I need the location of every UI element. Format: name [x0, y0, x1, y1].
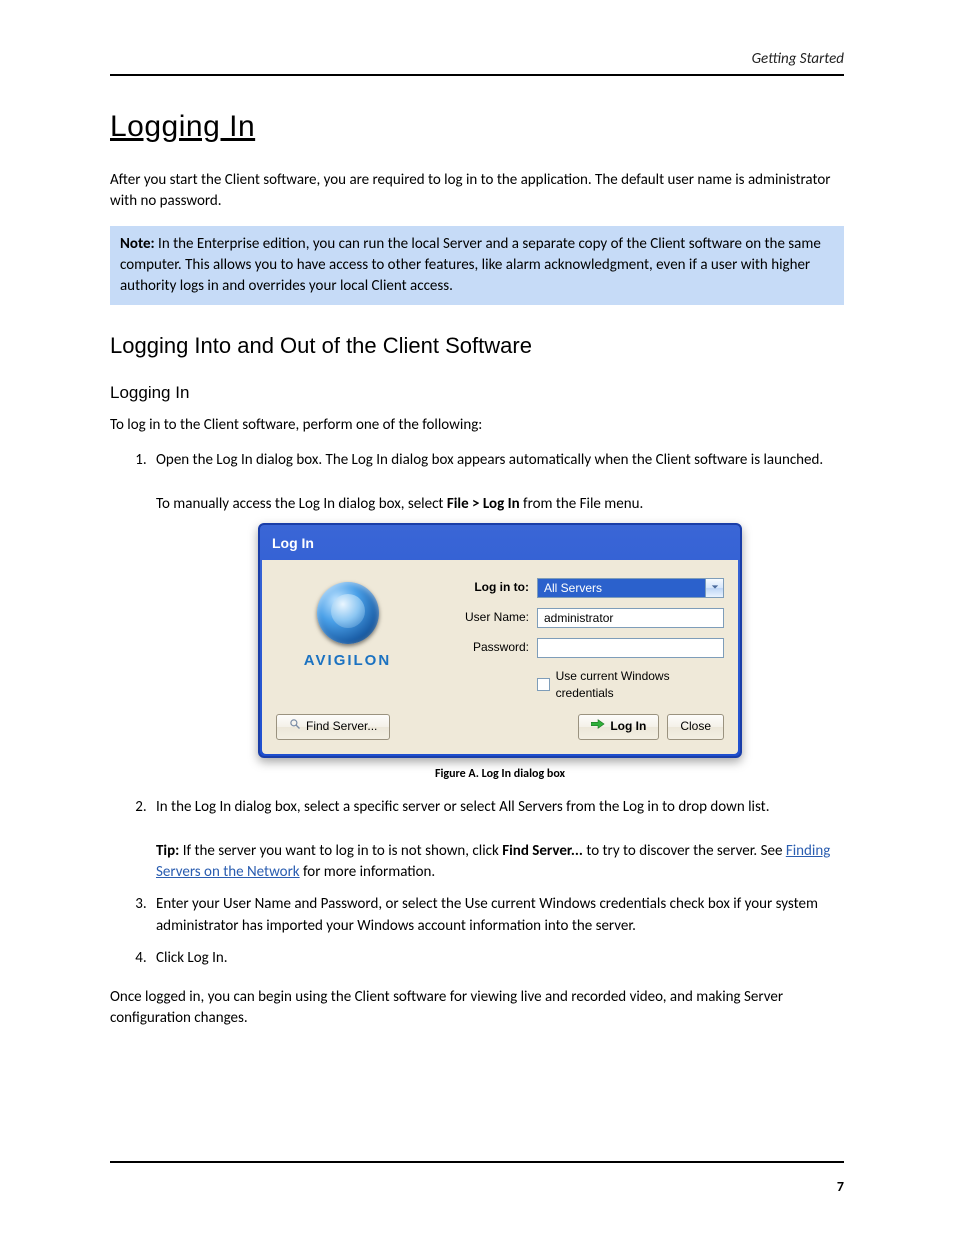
minor-heading-login: Logging In: [110, 383, 844, 403]
arrow-right-icon: [591, 718, 605, 735]
login-dialog: Log In AVIGILON Log in to:: [258, 523, 742, 757]
connect-paragraph: To log in to the Client software, perfor…: [110, 415, 844, 436]
find-server-button-label: Find Server...: [306, 718, 377, 735]
search-icon: [289, 718, 301, 735]
brand-column: AVIGILON: [276, 578, 419, 715]
note-label: Note:: [120, 235, 155, 253]
step-1: Open the Log In dialog box. The Log In d…: [150, 450, 844, 783]
username-input[interactable]: [537, 608, 724, 628]
dropdown-arrow-button[interactable]: [706, 578, 724, 598]
running-head: Getting Started: [110, 50, 844, 68]
header-rule: [110, 74, 844, 76]
note-callout: Note: In the Enterprise edition, you can…: [110, 226, 844, 305]
windows-credentials-checkbox[interactable]: [537, 678, 550, 691]
intro-paragraph: After you start the Client software, you…: [110, 170, 844, 212]
subsection-heading: Logging Into and Out of the Client Softw…: [110, 333, 844, 359]
steps-list: Open the Log In dialog box. The Log In d…: [110, 450, 844, 969]
tip-text-a: If the server you want to log in to is n…: [179, 842, 502, 860]
step-3: Enter your User Name and Password, or se…: [150, 894, 844, 938]
step1-text-c: from the File menu.: [520, 495, 644, 513]
brand-logo-icon: [317, 582, 379, 644]
tail-paragraph: Once logged in, you can begin using the …: [110, 987, 844, 1029]
step-4: Click Log In.: [150, 948, 844, 970]
step1-text-a: Open the Log In dialog box. The Log In d…: [156, 451, 823, 469]
tip-text-c: for more information.: [300, 863, 436, 881]
login-button-label: Log In: [610, 718, 646, 735]
password-input[interactable]: [537, 638, 724, 658]
label-username: User Name:: [437, 609, 529, 626]
footer-rule: [110, 1161, 844, 1163]
label-login-to: Log in to:: [437, 579, 529, 596]
figure-caption: Figure A. Log In dialog box: [156, 766, 844, 783]
page-number: 7: [837, 1178, 844, 1195]
login-to-dropdown[interactable]: [537, 578, 706, 598]
close-button-label: Close: [680, 718, 711, 735]
find-server-button[interactable]: Find Server...: [276, 714, 390, 739]
brand-wordmark: AVIGILON: [304, 650, 391, 672]
tip-label: Tip:: [156, 842, 179, 860]
login-button[interactable]: Log In: [578, 714, 659, 739]
step2-text: In the Log In dialog box, select a speci…: [156, 798, 770, 816]
label-password: Password:: [437, 639, 529, 656]
page-title: Logging In: [110, 110, 844, 144]
step1-text-b: To manually access the Log In dialog box…: [156, 495, 447, 513]
note-text: In the Enterprise edition, you can run t…: [120, 235, 821, 295]
close-button[interactable]: Close: [667, 714, 724, 739]
menu-path-login: File > Log In: [447, 495, 520, 513]
chevron-down-icon: [711, 579, 719, 596]
tip-text-b: to try to discover the server. See: [583, 842, 786, 860]
dialog-titlebar: Log In: [262, 527, 738, 559]
step-2: In the Log In dialog box, select a speci…: [150, 797, 844, 884]
tip-button-name: Find Server...: [502, 842, 583, 860]
windows-credentials-label: Use current Windows credentials: [556, 668, 724, 703]
